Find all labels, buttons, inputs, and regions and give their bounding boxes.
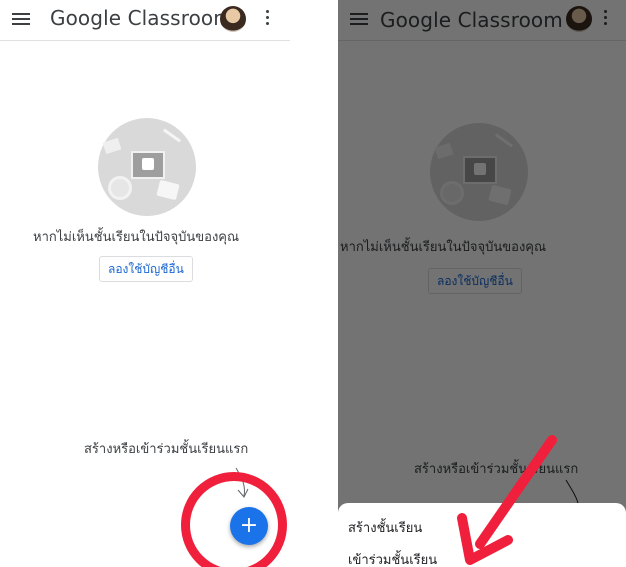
red-arrow-annotation [457, 435, 557, 565]
screen-after: Google Classroom หากไม่เห็นชั้นเรียนในปั… [338, 0, 626, 567]
screen-before: Google Classroom หากไม่เห็นชั้นเรียนในปั… [0, 0, 290, 567]
panel-gap [290, 0, 338, 567]
add-class-fab[interactable]: + [230, 507, 268, 545]
